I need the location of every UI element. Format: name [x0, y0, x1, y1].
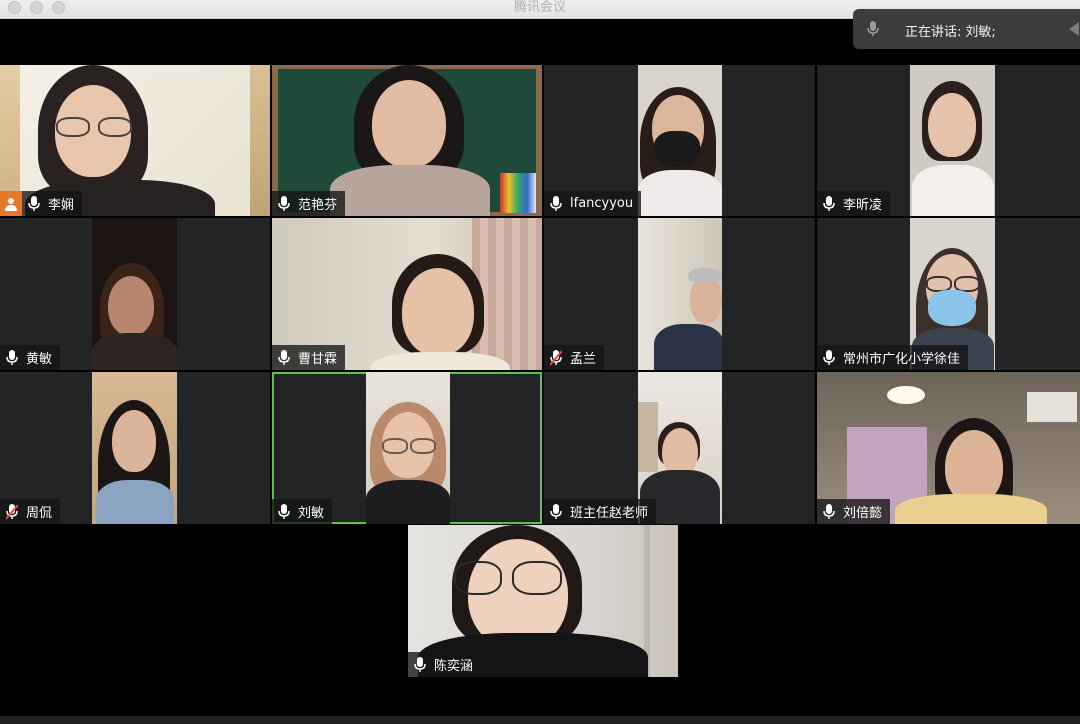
- participant-tile-active-speaker[interactable]: 刘敏: [272, 372, 542, 524]
- nameplate: 黄敏: [0, 345, 61, 370]
- participant-name: 常州市广化小学徐佳: [843, 352, 961, 367]
- nameplate: 常州市广化小学徐佳: [817, 345, 969, 370]
- nameplate: 班主任赵老师: [544, 499, 657, 524]
- participant-name: 班主任赵老师: [570, 506, 649, 521]
- participant-tile[interactable]: 曹甘霖: [272, 218, 542, 370]
- nameplate: 李昕凌: [817, 191, 891, 216]
- participant-tile[interactable]: 孟兰: [544, 218, 815, 370]
- video-feed: [638, 65, 722, 216]
- nameplate: 曹甘霖: [272, 345, 346, 370]
- video-feed: [910, 65, 995, 216]
- participant-tile[interactable]: lfancyyou: [544, 65, 815, 216]
- participant-tile[interactable]: 刘倍懿: [817, 372, 1080, 524]
- participant-name: 孟兰: [570, 352, 597, 367]
- mic-icon: [823, 195, 835, 211]
- mic-icon: [28, 195, 40, 211]
- bottom-edge: [0, 716, 1080, 724]
- mic-icon: [278, 195, 290, 211]
- participant-tile[interactable]: 李昕凌: [817, 65, 1080, 216]
- participant-name: 曹甘霖: [298, 352, 338, 367]
- participant-tile[interactable]: 黄敏: [0, 218, 270, 370]
- speaking-names: 刘敏;: [965, 25, 996, 40]
- participant-tile[interactable]: 李娴: [0, 65, 270, 216]
- nameplate: 刘敏: [272, 499, 333, 524]
- mic-muted-icon: [6, 503, 18, 520]
- speaking-label: 正在讲话:: [905, 25, 962, 40]
- nameplate: 范艳芬: [272, 191, 346, 216]
- participant-name: 黄敏: [26, 352, 53, 367]
- host-badge-icon: [0, 191, 22, 216]
- video-feed: [92, 218, 177, 370]
- participant-name: 刘敏: [298, 506, 325, 521]
- participant-name: 李昕凌: [843, 198, 883, 213]
- participant-name: 陈奕涵: [434, 659, 474, 674]
- nameplate: 刘倍懿: [817, 499, 891, 524]
- participant-name: 范艳芬: [298, 198, 338, 213]
- collapse-icon[interactable]: [1067, 21, 1080, 37]
- video-feed: [92, 372, 177, 524]
- nameplate: 周侃: [0, 499, 61, 524]
- nameplate: lfancyyou: [544, 191, 642, 216]
- participant-tile[interactable]: 陈奕涵: [408, 525, 678, 677]
- participant-name: lfancyyou: [570, 196, 634, 211]
- participant-tile[interactable]: 周侃: [0, 372, 270, 524]
- participant-name: 刘倍懿: [843, 506, 883, 521]
- video-feed: [638, 218, 722, 370]
- participant-tile[interactable]: 常州市广化小学徐佳: [817, 218, 1080, 370]
- participant-tile[interactable]: 范艳芬: [272, 65, 542, 216]
- video-feed: [366, 372, 450, 524]
- mic-icon: [278, 349, 290, 365]
- nameplate: 李娴: [0, 191, 83, 216]
- participant-tile[interactable]: 班主任赵老师: [544, 372, 815, 524]
- mic-icon: [414, 656, 426, 672]
- mic-muted-icon: [550, 349, 562, 366]
- mic-icon: [823, 503, 835, 519]
- mic-icon: [550, 503, 562, 519]
- participant-name: 周侃: [26, 506, 53, 521]
- mic-icon: [550, 195, 562, 211]
- nameplate: 孟兰: [544, 345, 605, 370]
- mic-icon: [6, 349, 18, 365]
- mic-icon: [867, 21, 879, 36]
- participant-name: 李娴: [48, 198, 75, 213]
- mic-icon: [278, 503, 290, 519]
- nameplate: 陈奕涵: [408, 652, 482, 677]
- meeting-window: 腾讯会议 正在讲话: 刘敏; 李娴 范艳芬 lfancyyou 李昕凌 黄敏 曹…: [0, 0, 1080, 724]
- mic-icon: [823, 349, 835, 365]
- speaking-indicator: 正在讲话: 刘敏;: [853, 9, 1080, 49]
